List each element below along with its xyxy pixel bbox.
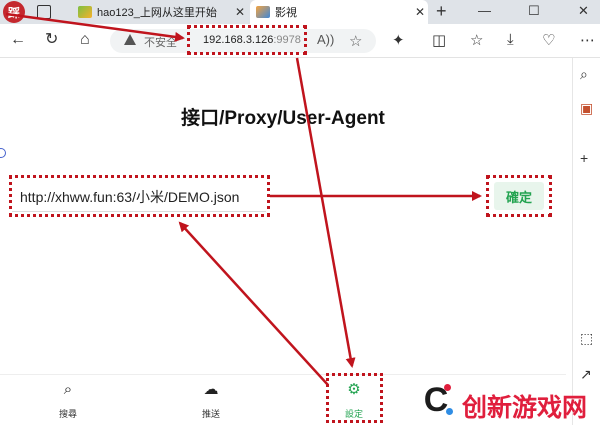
tab-tvbox[interactable]: 影視 ✕ (250, 0, 428, 24)
annotation-box-url (187, 25, 307, 55)
watermark-text: 创新游戏网 (462, 394, 588, 422)
downloads-icon[interactable]: ⤓ (507, 31, 514, 48)
home-icon[interactable]: ⌂ (80, 32, 90, 48)
tab-actions-icon[interactable] (37, 5, 51, 19)
tab-hao123[interactable]: hao123_上网从这里开始 ✕ (72, 0, 248, 24)
page-title: 接口/Proxy/User-Agent (181, 108, 385, 129)
favorites-icon[interactable]: ☆ (470, 31, 483, 49)
nav-push[interactable]: ☁ 推送 (191, 381, 231, 420)
nav-label: 推送 (201, 409, 220, 419)
more-icon[interactable]: ⋯ (580, 31, 595, 49)
tab-strip: 踩 hao123_上网从这里开始 ✕ 影視 ✕ + — ☐ ✕ (0, 0, 600, 24)
hao123-icon (78, 6, 92, 18)
browser-sidebar: ⌕ ▣ + ⬚ ↗ (572, 58, 600, 425)
annotation-box-settings (326, 373, 383, 423)
close-window-button[interactable]: ✕ (578, 3, 589, 19)
cloud-upload-icon: ☁ (203, 381, 219, 398)
screenshot-icon[interactable]: ⬚ (580, 330, 593, 347)
split-screen-icon[interactable]: ◫ (432, 31, 446, 49)
health-icon[interactable]: ♡ (542, 31, 555, 49)
close-tab-icon[interactable]: ✕ (232, 5, 248, 19)
close-tab-icon[interactable]: ✕ (412, 5, 428, 19)
annotation-box-confirm (486, 175, 552, 217)
back-icon[interactable]: ← (10, 32, 26, 48)
maximize-button[interactable]: ☐ (528, 3, 540, 19)
toolbox-icon[interactable]: ▣ (580, 100, 593, 117)
nav-label: 搜尋 (58, 409, 77, 419)
search-icon[interactable]: ⌕ (580, 66, 588, 83)
refresh-icon[interactable]: ↻ (45, 32, 58, 48)
annotation-box-input (9, 175, 270, 217)
minimize-button[interactable]: — (478, 3, 491, 18)
security-status: 不安全 (144, 37, 177, 49)
star-icon[interactable]: ☆ (349, 32, 362, 50)
external-link-icon[interactable]: ↗ (580, 366, 592, 383)
extensions-icon[interactable]: ✦ (392, 31, 405, 49)
tab-title: 影視 (275, 7, 297, 19)
new-tab-button[interactable]: + (436, 1, 447, 22)
profile-badge[interactable]: 踩 (3, 1, 25, 23)
add-icon[interactable]: + (580, 150, 588, 166)
warning-icon (124, 34, 136, 45)
nav-search[interactable]: ⌕ 搜尋 (48, 381, 88, 420)
read-aloud-icon[interactable]: A)) (317, 32, 334, 47)
tab-title: hao123_上网从这里开始 (97, 7, 217, 19)
scroll-indicator (0, 148, 6, 158)
watermark-logo: C (414, 378, 458, 422)
tvbox-icon (256, 6, 270, 18)
search-icon: ⌕ (63, 381, 73, 398)
